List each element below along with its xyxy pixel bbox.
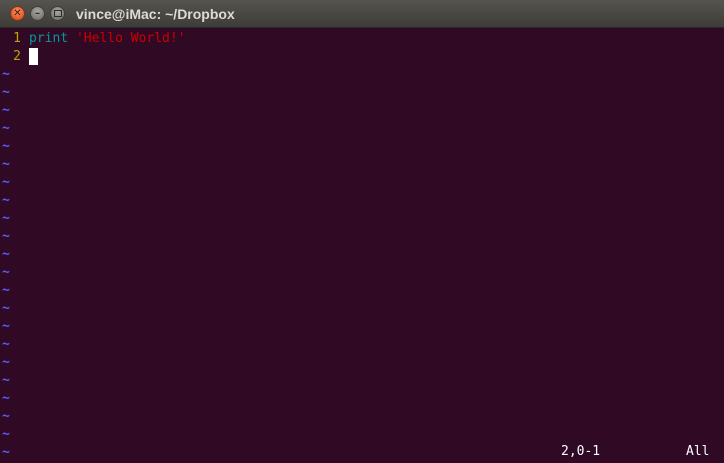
terminal-window: ✕ – vince@iMac: ~/Dropbox 1 print 'Hello … xyxy=(0,0,724,463)
minimize-icon: – xyxy=(35,7,40,19)
empty-line-tilde: ~ xyxy=(2,211,10,226)
empty-line-tilde: ~ xyxy=(2,121,10,136)
empty-line-tilde: ~ xyxy=(2,409,10,424)
code-line-2[interactable]: 2 xyxy=(0,48,724,66)
empty-line-tilde: ~ xyxy=(2,193,10,208)
close-button[interactable]: ✕ xyxy=(10,6,25,21)
empty-line-tilde: ~ xyxy=(2,139,10,154)
title-bar[interactable]: ✕ – vince@iMac: ~/Dropbox xyxy=(0,0,724,28)
line-number: 2 xyxy=(13,49,21,64)
empty-line-tilde: ~ xyxy=(2,391,10,406)
empty-line-tilde: ~ xyxy=(2,301,10,316)
empty-line-tilde: ~ xyxy=(2,283,10,298)
empty-line-tilde: ~ xyxy=(2,373,10,388)
empty-line-markers: ~ ~ ~ ~ ~ ~ ~ ~ ~ ~ ~ ~ ~ ~ ~ ~ ~ ~ ~ ~ ~ ~ xyxy=(0,66,724,462)
window-title: vince@iMac: ~/Dropbox xyxy=(76,6,235,22)
empty-line-tilde: ~ xyxy=(2,355,10,370)
empty-line-tilde: ~ xyxy=(2,247,10,262)
empty-line-tilde: ~ xyxy=(2,229,10,244)
empty-line-tilde: ~ xyxy=(2,67,10,82)
code-keyword: print xyxy=(29,31,69,46)
empty-line-tilde: ~ xyxy=(2,157,10,172)
empty-line-tilde: ~ xyxy=(2,85,10,100)
maximize-button[interactable] xyxy=(50,6,65,21)
close-icon: ✕ xyxy=(13,7,22,19)
empty-line-tilde: ~ xyxy=(2,265,10,280)
scroll-position: All xyxy=(686,444,710,459)
empty-line-tilde: ~ xyxy=(2,337,10,352)
empty-line-tilde: ~ xyxy=(2,175,10,190)
vim-editor[interactable]: 1 print 'Hello World!' 2 ~ ~ ~ ~ ~ ~ ~ ~ ~ ~ ~ ~ ~ ~ ~ ~… xyxy=(0,30,724,462)
empty-line-tilde: ~ xyxy=(2,319,10,334)
maximize-icon xyxy=(53,10,62,17)
status-line: 2,0-1 All xyxy=(0,443,724,461)
code-line-1[interactable]: 1 print 'Hello World!' xyxy=(0,30,724,48)
minimize-button[interactable]: – xyxy=(30,6,45,21)
cursor-position: 2,0-1 xyxy=(561,444,601,459)
empty-line-tilde: ~ xyxy=(2,103,10,118)
code-string: 'Hello World!' xyxy=(75,31,186,46)
line-number: 1 xyxy=(13,31,21,46)
text-cursor xyxy=(29,48,38,65)
empty-line-tilde: ~ xyxy=(2,427,10,442)
